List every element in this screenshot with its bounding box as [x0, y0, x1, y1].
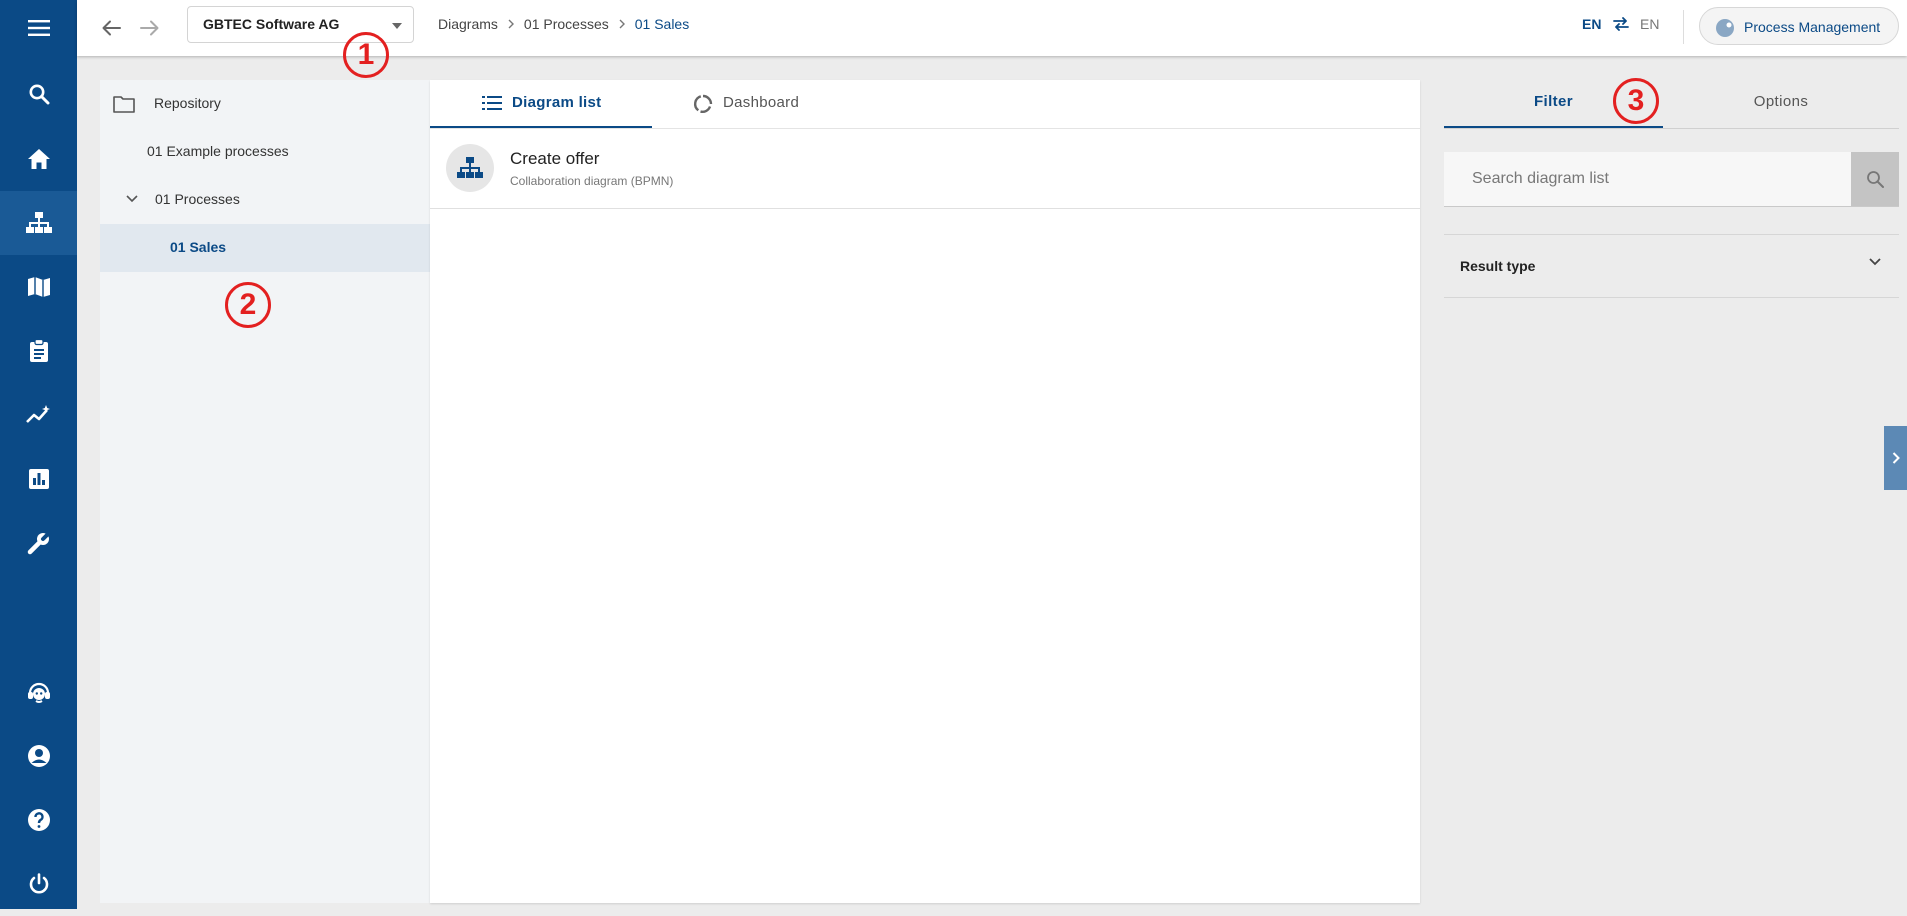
list-icon [482, 95, 502, 111]
list-item[interactable]: Create offer Collaboration diagram (BPMN… [430, 129, 1420, 209]
breadcrumb-item[interactable]: Diagrams [438, 16, 498, 32]
diagram-type: Collaboration diagram (BPMN) [510, 174, 674, 188]
sitemap-icon [446, 144, 494, 192]
language-target[interactable]: EN [1640, 16, 1659, 32]
dropdown-caret-icon [392, 23, 402, 29]
tree-item-example-processes[interactable]: 01 Example processes [100, 128, 431, 176]
tab-label: Dashboard [723, 94, 800, 111]
map-icon[interactable] [0, 255, 77, 319]
panel-toggle-button[interactable] [1884, 426, 1907, 490]
power-icon[interactable] [0, 852, 77, 916]
diagram-content: Diagram list Dashboard Create offer Coll… [430, 80, 1420, 903]
language-source[interactable]: EN [1582, 16, 1601, 32]
menu-icon[interactable] [0, 0, 77, 60]
annotation-marker: 3 [1613, 78, 1659, 124]
tree-item-sales[interactable]: 01 Sales [100, 224, 431, 272]
folder-icon [113, 95, 135, 113]
process-management-button[interactable]: Process Management [1699, 7, 1899, 45]
tab-label: Options [1753, 93, 1809, 110]
search-button[interactable] [1851, 152, 1899, 206]
back-arrow-icon[interactable] [97, 14, 125, 42]
search-icon[interactable] [0, 62, 77, 126]
breadcrumb-item[interactable]: 01 Processes [524, 16, 609, 32]
tab-label: Diagram list [512, 94, 602, 111]
swap-language-icon[interactable] [1613, 17, 1629, 31]
tab-options[interactable]: Options [1663, 80, 1899, 128]
tree-item-label: 01 Example processes [147, 143, 289, 159]
account-icon[interactable] [0, 724, 77, 788]
chevron-down-icon[interactable] [126, 195, 138, 203]
tree-item-label: 01 Processes [155, 191, 240, 207]
chevron-right-icon [508, 19, 514, 29]
divider [1444, 128, 1899, 129]
sitemap-icon[interactable] [0, 191, 77, 255]
tab-dashboard[interactable]: Dashboard [652, 80, 882, 128]
process-management-label: Process Management [1744, 19, 1881, 35]
wrench-icon[interactable] [0, 511, 77, 575]
diagram-title: Create offer [510, 149, 600, 168]
forward-arrow-icon[interactable] [136, 14, 164, 42]
home-icon[interactable] [0, 127, 77, 191]
divider [1683, 10, 1684, 44]
company-select-value: GBTEC Software AG [203, 16, 340, 32]
search-icon [1866, 170, 1884, 188]
search-field [1444, 152, 1899, 207]
tree-item-label: 01 Sales [170, 239, 227, 255]
tree-item-processes[interactable]: 01 Processes [100, 176, 431, 224]
navigation-rail [0, 0, 77, 909]
report-icon[interactable] [0, 447, 77, 511]
breadcrumb: Diagrams 01 Processes 01 Sales [438, 16, 689, 32]
breadcrumb-current: 01 Sales [634, 16, 690, 32]
chevron-down-icon [1869, 258, 1881, 266]
dashboard-icon [693, 94, 713, 114]
tree-item-repository[interactable]: Repository [100, 80, 431, 128]
analytics-icon[interactable] [0, 383, 77, 447]
process-management-logo-icon [1714, 17, 1736, 39]
chevron-right-icon [1892, 452, 1900, 464]
clipboard-icon[interactable] [0, 319, 77, 383]
repository-tree: Repository 01 Example processes 01 Proce… [100, 80, 431, 903]
tab-diagram-list[interactable]: Diagram list [430, 80, 652, 128]
result-type-section[interactable]: Result type [1444, 234, 1899, 298]
support-icon[interactable] [0, 660, 77, 724]
chevron-right-icon [619, 19, 625, 29]
search-input[interactable] [1444, 152, 1844, 206]
annotation-marker: 2 [225, 282, 271, 328]
annotation-marker: 1 [343, 32, 389, 78]
help-icon[interactable] [0, 788, 77, 852]
tree-item-label: Repository [154, 95, 221, 111]
result-type-label: Result type [1460, 258, 1536, 274]
